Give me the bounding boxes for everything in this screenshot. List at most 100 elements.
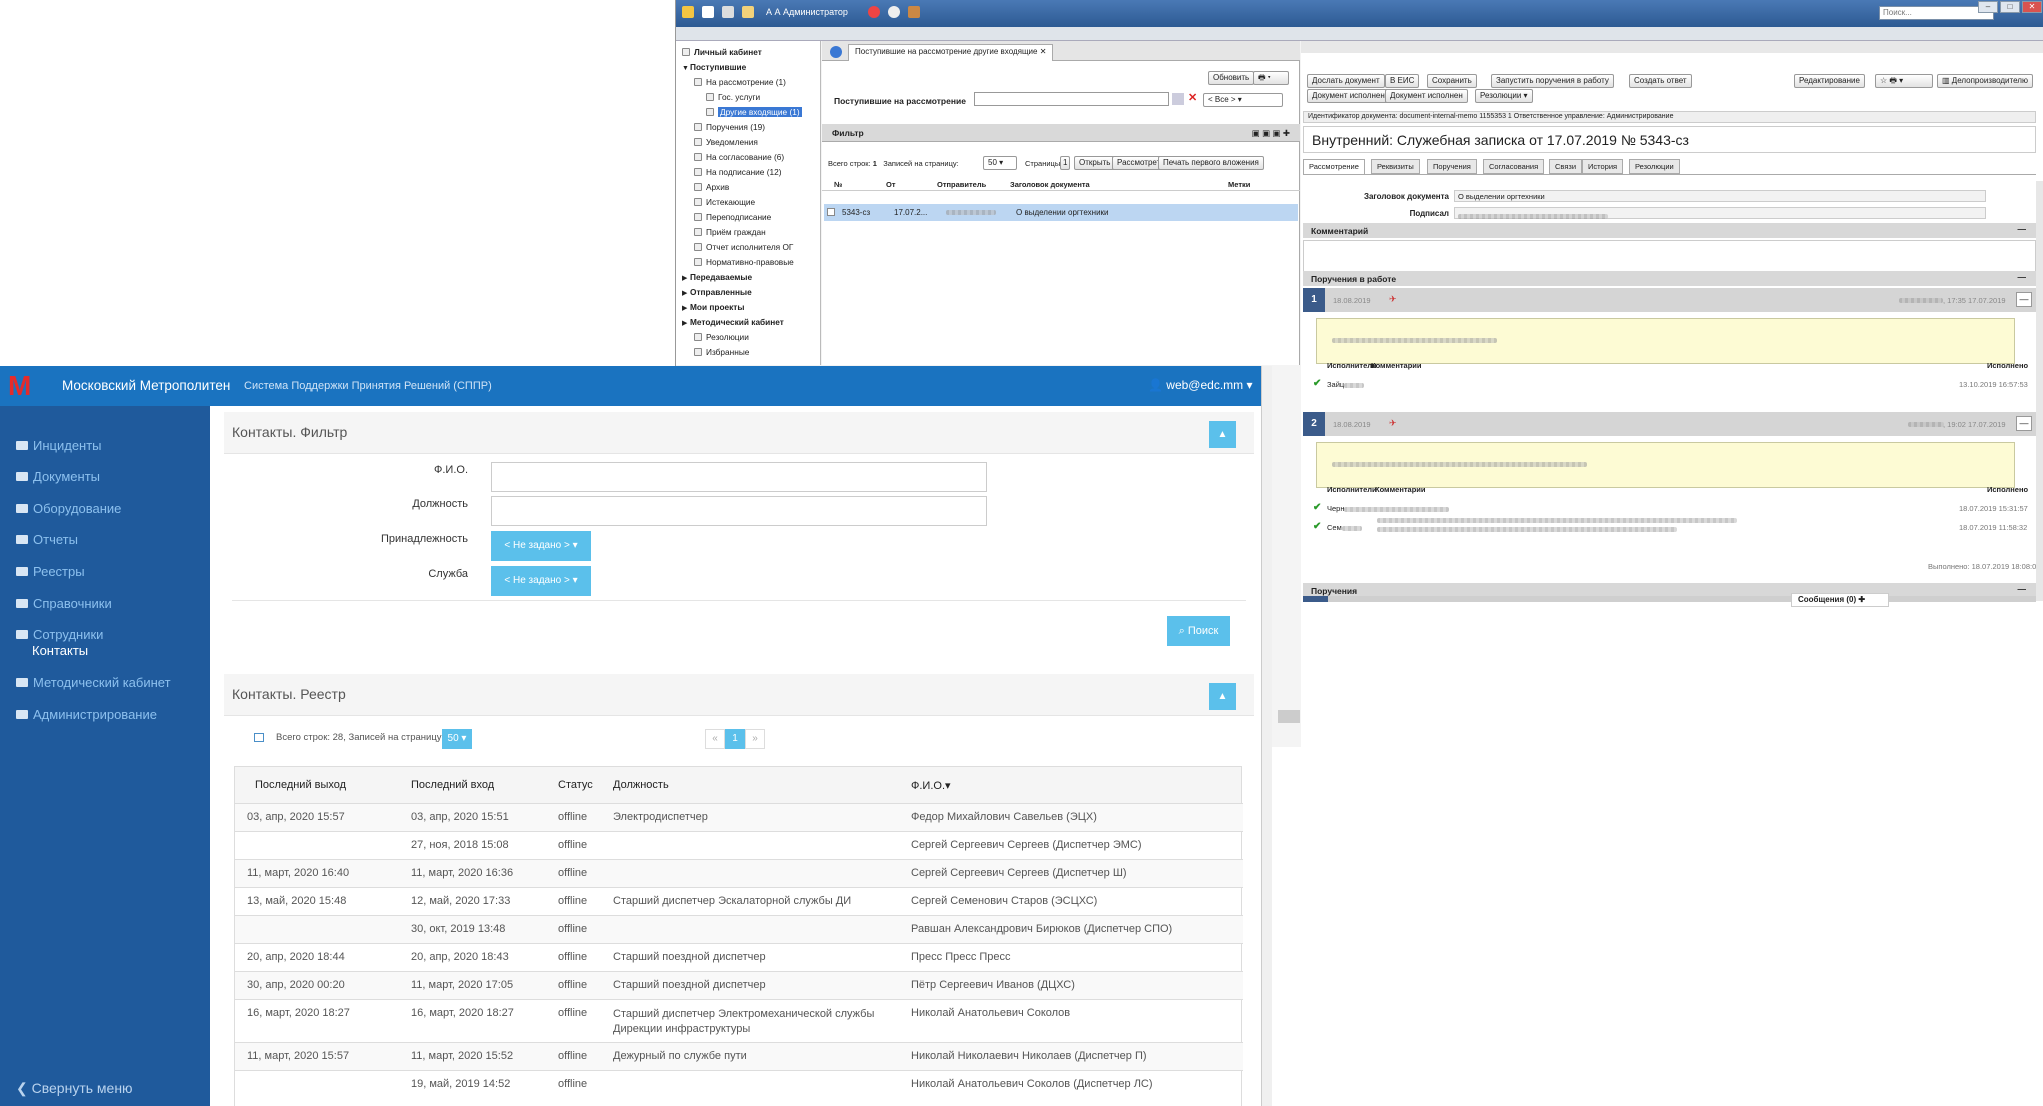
global-search-input[interactable]: Поиск... [1879,6,1994,20]
table-row[interactable]: 27, ноя, 2018 15:08 offline Сергей Сергеев… [235,831,1243,859]
orders-in-work-section[interactable]: Поручения в работе — [1303,271,2036,286]
messages-tab[interactable]: Сообщения (0) ✚ [1791,593,1889,607]
order-header[interactable]: 2 18.08.2019 ✈ , 19:02 17.07.2019 — [1303,412,2036,436]
tree-node[interactable]: Уведомления [676,135,820,150]
sidebar-item[interactable]: Администрирование [16,707,157,722]
metro-logo-icon[interactable]: М [8,372,31,400]
page-1-button[interactable]: 1 [725,729,745,749]
pen-icon[interactable] [1278,710,1300,723]
expand-arrow-icon[interactable]: ▶ [682,286,690,301]
order-collapse-icon[interactable]: — [2016,416,2032,431]
tree-node[interactable]: ▶ Методический кабинет [676,315,820,330]
sidebar-subitem-contacts[interactable]: Контакты [32,643,88,658]
user-menu[interactable]: 👤 web@edc.mm ▾ [1148,378,1253,392]
col-title[interactable]: Заголовок документа [1010,180,1090,189]
prev-page-button[interactable]: « [705,729,725,749]
document-icon[interactable] [702,6,714,18]
next-page-button[interactable]: » [745,729,765,749]
comment-section[interactable]: Комментарий — [1303,223,2036,238]
col-number[interactable]: № [834,180,842,189]
tree-node[interactable]: На подписание (12) [676,165,820,180]
open-button[interactable]: Открыть [1074,156,1116,170]
card-scrollbar[interactable] [2036,181,2043,601]
alert-icon[interactable] [868,6,880,18]
minimize-button[interactable]: – [1978,1,1998,13]
settings-icon[interactable] [722,6,734,18]
sidebar-item[interactable]: Сотрудники [16,627,103,642]
collapse-menu-button[interactable]: ❮ Свернуть меню [16,1080,133,1097]
pin-icon[interactable]: ✈ [1389,418,1397,429]
page-number[interactable]: 1 [1060,156,1071,170]
tree-node[interactable]: Отчет исполнителя ОГ [676,240,820,255]
tree-node[interactable]: Поручения (19) [676,120,820,135]
tree-node[interactable]: ▼Поступившие [676,60,820,75]
clear-icon[interactable]: ✕ [1188,91,1197,104]
favorite-print-button[interactable]: ☆ 🖶 ▾ [1875,74,1933,88]
send-document-button[interactable]: Дослать документ [1307,74,1385,88]
page-scrollbar[interactable] [1261,366,1272,1106]
table-row[interactable]: 03, апр, 2020 15:57 03, апр, 2020 15:51 of… [235,803,1243,831]
print-menu-button[interactable]: 🖶 ▾ [1253,71,1289,85]
sidebar-item[interactable]: Оборудование [16,501,121,516]
collapse-filter-button[interactable]: ▲ [1209,421,1236,448]
document-done-button-2[interactable]: Документ исполнен [1385,89,1468,103]
search-field[interactable] [974,92,1169,106]
search-icon[interactable] [1172,93,1184,105]
brand-title[interactable]: Московский Метрополитен [62,378,230,393]
tab-incoming[interactable]: Поступившие на рассмотрение другие входя… [848,44,1054,61]
search-button[interactable]: ⌕ Поиск [1167,616,1230,646]
eis-button[interactable]: В ЕИС [1385,74,1420,88]
col-last-login[interactable]: Последний вход [411,779,494,791]
tree-node[interactable]: На рассмотрение (1) [676,75,820,90]
expand-arrow-icon[interactable]: ▶ [682,316,690,331]
collapse-icon[interactable]: — [2018,224,2027,234]
table-row[interactable]: 11, март, 2020 15:57 11, март, 2020 15:52… [235,1042,1243,1070]
resolutions-button[interactable]: Резолюции ▾ [1475,89,1533,103]
expand-arrow-icon[interactable]: ▼ [682,61,690,76]
sidebar-item[interactable]: Справочники [16,596,112,611]
order-collapse-icon[interactable]: — [2016,292,2032,307]
tree-node[interactable]: Приём граждан [676,225,820,240]
table-row[interactable]: 19, май, 2019 14:52 offline Николай Анатол… [235,1070,1243,1098]
tree-node[interactable]: ▶ Мои проекты [676,300,820,315]
close-button[interactable]: ✕ [2022,1,2042,13]
expand-arrow-icon[interactable]: ▶ [682,301,690,316]
save-button[interactable]: Сохранить [1427,74,1477,88]
sidebar-item[interactable]: Отчеты [16,532,78,547]
chat-icon[interactable] [888,6,900,18]
row-checkbox[interactable] [827,208,835,216]
col-from[interactable]: От [886,180,896,189]
print-first-attachment-button[interactable]: Печать первого вложения [1158,156,1264,170]
tab-review[interactable]: Рассмотрение [1303,159,1365,174]
pin-icon[interactable]: ✈ [1389,294,1397,305]
tab-resolutions[interactable]: Резолюции [1629,159,1680,174]
filter-tools-icon[interactable]: ▣ ▣ ▣ ✚ [1252,128,1290,139]
tab-approvals[interactable]: Согласования [1483,159,1545,174]
tree-node[interactable]: На согласование (6) [676,150,820,165]
sidebar-item[interactable]: Методический кабинет [16,675,171,690]
maximize-button[interactable]: □ [2000,1,2020,13]
folder-icon[interactable] [742,6,754,18]
sidebar-item[interactable]: Инциденты [16,438,102,453]
filter-bar[interactable]: Фильтр ▣ ▣ ▣ ✚ [822,124,1300,142]
tools-icon[interactable] [908,6,920,18]
tree-node[interactable]: ▶ Передаваемые [676,270,820,285]
refresh-button[interactable]: Обновить [1208,71,1255,85]
collapse-icon[interactable]: — [2018,272,2027,282]
tree-node[interactable]: Другие входящие (1) [676,105,820,120]
position-input[interactable] [491,496,987,526]
edit-button[interactable]: Редактирование [1794,74,1865,88]
tab-history[interactable]: История [1582,159,1624,174]
signed-field[interactable] [1454,207,1986,220]
tab-close-icon[interactable]: ✕ [1040,47,1047,56]
table-row[interactable]: 30, окт, 2019 13:48 offline Равшан Алексан… [235,915,1243,943]
table-row[interactable]: 13, май, 2020 15:48 12, май, 2020 17:33 of… [235,887,1243,915]
tree-node[interactable]: Гос. услуги [676,90,820,105]
sidebar-item[interactable]: Реестры [16,564,85,579]
col-tags[interactable]: Метки [1228,180,1250,189]
info-icon[interactable] [830,46,842,58]
table-row[interactable]: 20, апр, 2020 18:44 20, апр, 2020 18:43 of… [235,943,1243,971]
col-status[interactable]: Статус [558,779,593,791]
tree-node[interactable]: Архив [676,180,820,195]
col-position[interactable]: Должность [613,779,669,791]
